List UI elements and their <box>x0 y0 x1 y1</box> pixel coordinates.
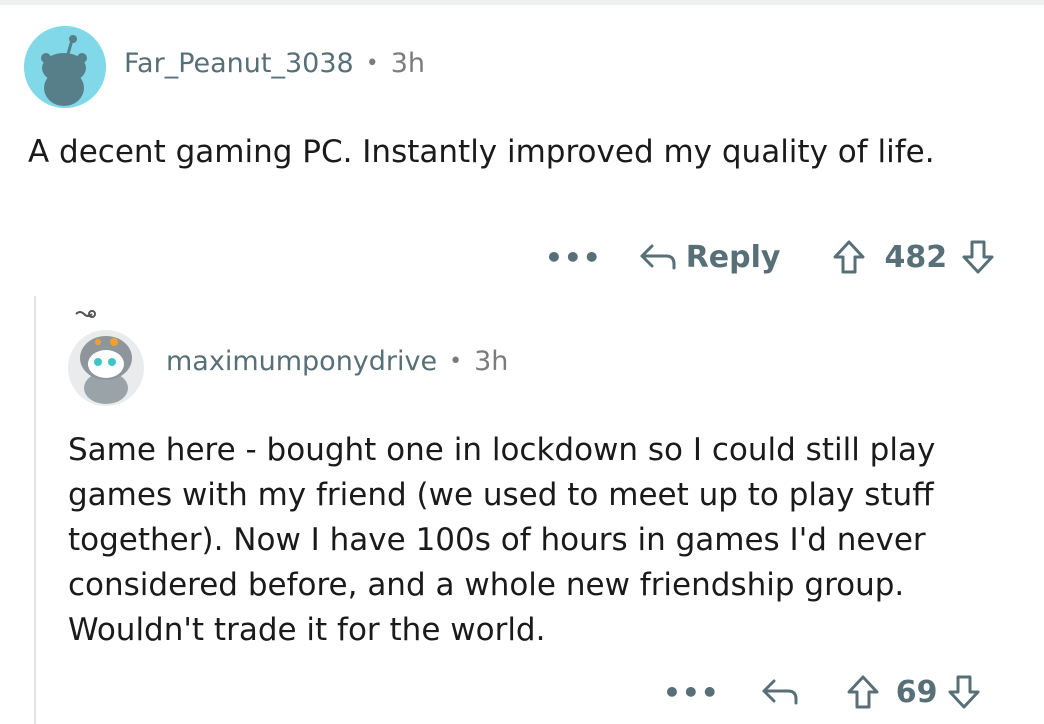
upvote-button[interactable] <box>846 674 880 710</box>
reply-label: Reply <box>685 239 781 275</box>
downvote-button[interactable] <box>947 674 981 710</box>
more-options-button[interactable]: ••• <box>663 676 720 709</box>
top-divider <box>0 0 1044 5</box>
reply-body: Same here - bought one in lockdown so I … <box>68 432 936 648</box>
reply-timestamp: 3h <box>474 346 509 377</box>
reply-actions: ••• 69 <box>663 670 981 714</box>
reply-arrow-icon <box>640 244 676 270</box>
downvote-arrow-icon <box>962 240 994 274</box>
meta-separator: • <box>449 349 463 374</box>
parent-meta: Far_Peanut_3038 • 3h <box>124 48 425 79</box>
parent-timestamp: 3h <box>390 48 425 79</box>
parent-avatar[interactable] <box>24 26 106 108</box>
more-options-button[interactable]: ••• <box>545 241 602 274</box>
vote-count: 69 <box>895 674 938 710</box>
parent-body: A decent gaming PC. Instantly improved m… <box>28 134 935 170</box>
reply-avatar[interactable] <box>62 310 150 406</box>
reply-username[interactable]: maximumponydrive <box>166 346 437 377</box>
upvote-button[interactable] <box>832 239 866 275</box>
snoo-avatar-icon <box>68 310 144 406</box>
upvote-arrow-icon <box>847 675 879 709</box>
upvote-arrow-icon <box>833 240 865 274</box>
parent-actions: ••• Reply 482 <box>545 234 995 280</box>
snoo-avatar-icon <box>24 26 106 108</box>
parent-username[interactable]: Far_Peanut_3038 <box>124 48 354 79</box>
downvote-button[interactable] <box>961 239 995 275</box>
reply-meta: maximumponydrive • 3h <box>166 346 508 377</box>
reply-button[interactable] <box>760 677 800 707</box>
thread-line[interactable] <box>34 296 36 724</box>
reply-button[interactable]: Reply <box>638 239 781 275</box>
reply-arrow-icon <box>762 679 798 705</box>
meta-separator: • <box>365 51 379 76</box>
vote-count: 482 <box>884 239 948 275</box>
downvote-arrow-icon <box>948 675 980 709</box>
